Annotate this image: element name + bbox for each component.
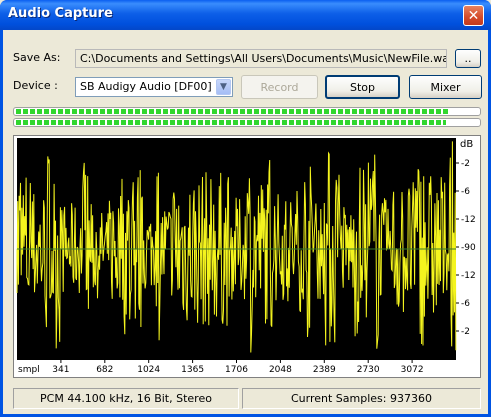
sample-tick-label: 1706 (225, 365, 248, 375)
db-tick-label: -90 (461, 243, 476, 253)
sample-axis-title: smpl (18, 365, 40, 375)
window-title: Audio Capture (8, 6, 113, 21)
stop-button[interactable]: Stop (325, 75, 400, 99)
device-select[interactable]: SB Audigy Audio [DF00] ▼ (75, 77, 233, 97)
chevron-down-icon[interactable]: ▼ (216, 79, 231, 95)
level-meter-right (13, 118, 481, 127)
save-path-field[interactable]: C:\Documents and Settings\All Users\Docu… (75, 49, 447, 68)
sample-tick-label: 2389 (313, 365, 336, 375)
db-tick-label: -2 (461, 327, 470, 337)
close-button[interactable]: ✕ (463, 5, 484, 26)
save-as-label: Save As: (13, 51, 61, 64)
mixer-button[interactable]: Mixer (409, 75, 482, 99)
samples-status: Current Samples: 937360 (242, 388, 481, 409)
db-tick-label: -12 (461, 215, 476, 225)
sample-tick-label: 1024 (137, 365, 160, 375)
title-bar[interactable]: Audio Capture ✕ (0, 0, 491, 30)
format-status: PCM 44.100 kHz, 16 Bit, Stereo (13, 388, 239, 409)
sample-tick-label: 2730 (357, 365, 380, 375)
sample-tick-label: 682 (96, 365, 113, 375)
db-axis-title: dB (460, 139, 473, 150)
device-select-value: SB Audigy Audio [DF00] (80, 80, 212, 93)
db-tick-label: -6 (461, 299, 470, 309)
sample-tick-label: 341 (52, 365, 69, 375)
db-tick-label: -6 (461, 187, 470, 197)
device-label: Device : (13, 79, 58, 92)
level-meter-left (13, 107, 481, 116)
db-tick-label: -12 (461, 271, 476, 281)
record-button[interactable]: Record (241, 75, 318, 99)
sample-tick-label: 3072 (401, 365, 424, 375)
level-meter-right-fill (16, 120, 446, 125)
waveform-display: dB -2 -6 -12 -90 -12 -6 -2 smpl 341 682 1024 1365 170… (14, 136, 480, 377)
sample-tick-label: 2048 (269, 365, 292, 375)
oscilloscope-panel: dB -2 -6 -12 -90 -12 -6 -2 smpl 341 682 1024 1365 170… (13, 135, 481, 378)
audio-capture-window: Audio Capture ✕ Save As: C:\Documents an… (0, 0, 491, 417)
client-area: Save As: C:\Documents and Settings\All U… (3, 30, 488, 414)
close-icon: ✕ (467, 7, 480, 24)
browse-button[interactable]: .. (455, 49, 481, 68)
db-tick-label: -2 (461, 159, 470, 169)
level-meter-left-fill (16, 109, 451, 114)
sample-tick-label: 1365 (181, 365, 204, 375)
